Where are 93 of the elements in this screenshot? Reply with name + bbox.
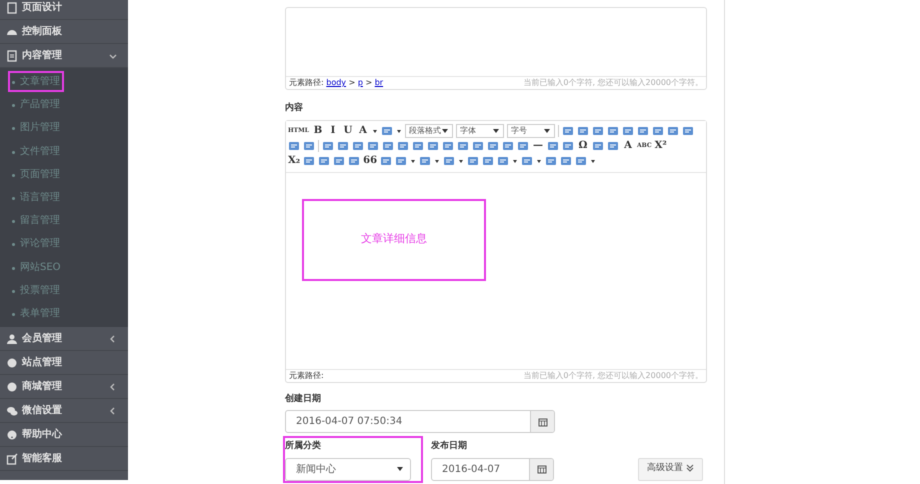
toolbar-button[interactable]: 66 (363, 156, 378, 166)
dropdown-icon (492, 127, 500, 135)
toolbar-icon (337, 140, 349, 152)
sidebar-item[interactable]: 站点管理 (0, 351, 128, 376)
toolbar-icon (395, 155, 408, 167)
double-chevron-icon (686, 464, 694, 472)
field-label: 发布日期 (431, 440, 468, 453)
toolbar-icon (560, 155, 572, 167)
toolbar-icon (427, 140, 439, 152)
field-label: 创建日期 (285, 392, 322, 406)
sidebar-item[interactable]: 控制面板 (0, 20, 128, 44)
toolbar-icon (303, 140, 315, 152)
toolbar-button[interactable]: I (327, 126, 339, 136)
format-select[interactable]: 字号 (507, 124, 555, 138)
format-select[interactable]: 字体 (456, 124, 504, 138)
toolbar-icon (443, 155, 456, 167)
toolbar-icon (592, 140, 604, 152)
page-icon (6, 2, 18, 14)
calendar-icon (536, 464, 546, 474)
toolbar-icon (562, 140, 574, 152)
toolbar-icon (497, 155, 510, 167)
sidebar-item[interactable]: 商城管理 (0, 375, 128, 400)
field-label: 内容 (285, 102, 304, 115)
chat-icon (6, 404, 18, 417)
path-link[interactable]: p (358, 78, 363, 87)
toolbar-icon (333, 155, 346, 167)
toolbar-icon (547, 140, 559, 152)
date-field[interactable]: 2016-04-07 07:50:34 (285, 410, 555, 433)
toolbar-icon (467, 155, 480, 167)
sidebar-item[interactable]: 页面设计 (0, 0, 128, 20)
dropdown-icon (396, 465, 404, 473)
toolbar-icon (303, 155, 316, 167)
toolbar-icon (348, 155, 360, 167)
toolbar-button[interactable]: X² (654, 141, 667, 151)
toolbar-icon (682, 125, 694, 137)
toolbar-icon (322, 140, 334, 152)
toolbar-icon (352, 140, 364, 152)
toolbar-button[interactable]: B (312, 126, 324, 136)
field-label: 所属分类 (285, 440, 322, 453)
dropdown-icon (543, 127, 551, 135)
toolbar-icon (442, 140, 454, 152)
path-link[interactable]: br (374, 78, 384, 87)
toolbar-button[interactable]: U (342, 126, 354, 136)
toolbar-icon (545, 155, 558, 167)
toolbar-icon (487, 140, 499, 152)
date-field[interactable]: 2016-04-07 (431, 458, 554, 480)
character-counter: 当前已输入0个字符, 您还可以输入20000个字符。 (523, 370, 703, 382)
toolbar-icon (607, 125, 619, 137)
toolbar-icon (397, 140, 409, 152)
annotation-note: 文章详细信息 (304, 200, 484, 278)
calendar-icon (538, 416, 548, 426)
sidebar-item[interactable]: 会员管理 (0, 327, 128, 352)
toolbar-icon (380, 155, 392, 167)
toolbar-icon (652, 125, 664, 137)
element-path: 元素路径: (289, 370, 324, 382)
toolbar-icon (562, 125, 574, 137)
dropdown-icon (441, 127, 449, 135)
toolbar-button[interactable]: — (532, 141, 544, 151)
toolbar-icon (607, 140, 619, 152)
toolbar-icon (482, 155, 494, 167)
toolbar-icon (667, 125, 679, 137)
toolbar-icon (577, 125, 589, 137)
character-counter: 当前已输入0个字符, 您还可以输入20000个字符。 (523, 77, 703, 89)
element-path: 元素路径: body > p > br (289, 77, 384, 89)
toolbar-button[interactable]: X₂ (288, 156, 300, 166)
toolbar-icon (592, 125, 604, 137)
document-icon (6, 50, 18, 62)
sidebar-item[interactable]: 微信设置 (0, 399, 128, 424)
toolbar-icon (457, 140, 469, 152)
user-icon (6, 332, 18, 345)
toolbar-icon (381, 125, 393, 137)
toolbar-icon (575, 155, 588, 167)
toolbar-icon (419, 155, 432, 167)
toolbar-icon (502, 140, 514, 152)
toolbar-icon (637, 125, 649, 137)
category-select[interactable]: 新闻中心 (285, 458, 411, 480)
toolbar-icon (521, 155, 534, 167)
advanced-settings-button[interactable]: 高级设置 (638, 458, 703, 480)
toolbar-button[interactable]: A (622, 141, 634, 151)
sidebar-item[interactable]: 帮助中心 (0, 423, 128, 448)
format-select[interactable]: 段落格式 (405, 124, 453, 138)
path-link[interactable]: body (326, 78, 346, 87)
toolbar-icon (472, 140, 484, 152)
sidebar-item[interactable]: 智能客服 (0, 447, 128, 472)
toolbar-icon (367, 140, 379, 152)
toolbar-icon (318, 155, 330, 167)
share-icon (6, 452, 18, 465)
toolbar-icon (382, 140, 394, 152)
toolbar-button[interactable]: A (357, 126, 369, 136)
toolbar-icon (517, 140, 529, 152)
toolbar-icon (412, 140, 424, 152)
toolbar-button[interactable]: Ω (577, 141, 589, 151)
toolbar-icon (622, 125, 634, 137)
